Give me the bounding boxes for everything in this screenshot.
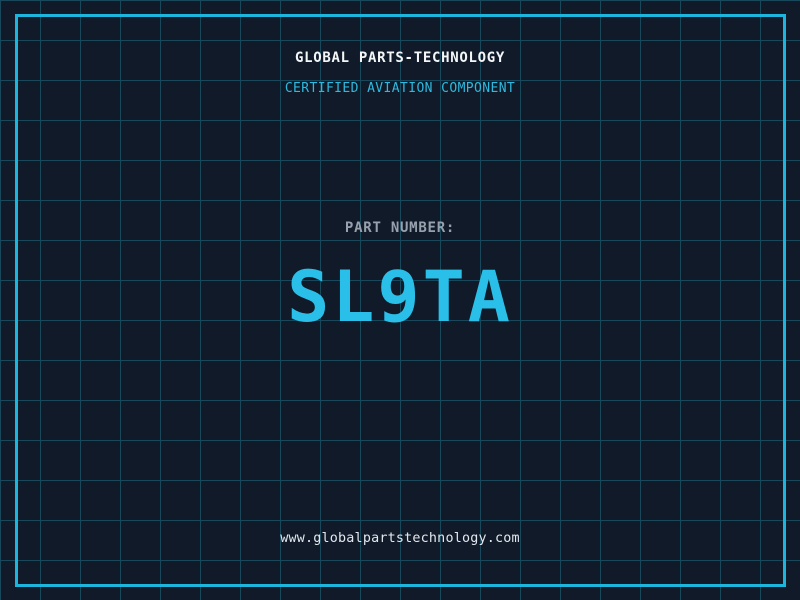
company-title: GLOBAL PARTS-TECHNOLOGY	[295, 50, 505, 66]
website-url: www.globalpartstechnology.com	[280, 531, 520, 546]
part-number-value: SL9TA	[287, 256, 513, 338]
part-number-label: PART NUMBER:	[344, 220, 456, 236]
certification-subtitle: CERTIFIED AVIATION COMPONENT	[284, 81, 516, 96]
part-label-screen: GLOBAL PARTS-TECHNOLOGY CERTIFIED AVIATI…	[0, 0, 800, 600]
